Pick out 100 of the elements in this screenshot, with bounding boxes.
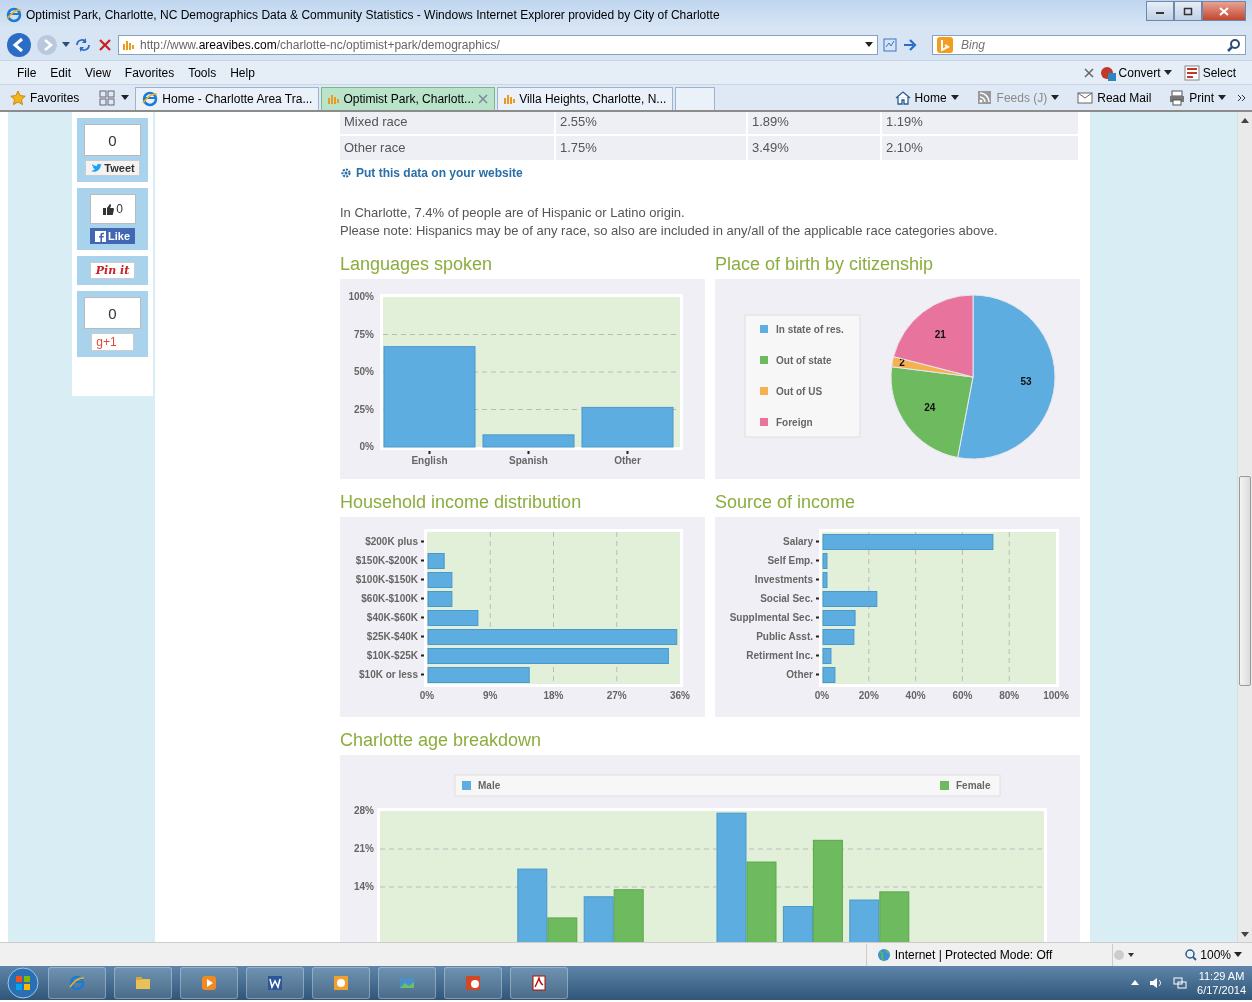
chevron-icon[interactable] <box>1238 93 1246 102</box>
refresh-icon[interactable] <box>74 37 92 53</box>
axis-label: 28% <box>354 805 374 816</box>
favorites-button[interactable]: Favorites <box>6 89 94 106</box>
clock-time[interactable]: 11:29 AM <box>1198 969 1245 983</box>
tick-mark <box>421 673 424 676</box>
taskbar-button[interactable] <box>114 967 172 999</box>
protection-icon[interactable] <box>1113 948 1136 961</box>
menu-item[interactable]: Favorites <box>117 65 182 80</box>
document-icon <box>1183 64 1200 81</box>
scroll-up-icon[interactable] <box>1241 118 1249 124</box>
facebook-f-icon <box>95 230 106 242</box>
menu-item[interactable]: Help <box>223 65 262 80</box>
feed-icon <box>976 89 993 106</box>
axis-label: 0% <box>359 441 374 452</box>
show-hidden-icon[interactable] <box>1131 980 1140 986</box>
menu-item[interactable]: File <box>10 65 44 80</box>
minimize-button[interactable] <box>1146 1 1174 21</box>
note-text: In Charlotte, 7.4% of people are of Hispanic or Latino origin. <box>340 205 686 220</box>
taskbar-button[interactable] <box>312 967 370 999</box>
scroll-down-icon[interactable] <box>1241 932 1249 938</box>
axis-label: 9% <box>483 690 498 701</box>
legend-label: In state of res. <box>776 324 844 335</box>
quick-tabs-icon[interactable] <box>99 89 116 106</box>
like-button[interactable]: Like <box>90 228 135 244</box>
dropdown-icon[interactable] <box>121 94 130 101</box>
menu-item[interactable]: View <box>78 65 118 80</box>
table-cell: 3.49% <box>748 136 880 160</box>
section-heading: Source of income <box>715 492 857 513</box>
speaker-icon[interactable] <box>1149 977 1164 989</box>
read-mail-button[interactable]: Read Mail <box>1071 89 1158 106</box>
menu-item[interactable]: Tools <box>181 65 224 80</box>
site-icon <box>328 93 340 104</box>
site-icon <box>504 93 516 104</box>
gear-icon <box>340 167 352 179</box>
section-heading: Household income distribution <box>340 492 583 513</box>
search-input[interactable]: Bing <box>959 37 1221 53</box>
pin-it-button[interactable]: Pin it <box>89 262 136 279</box>
axis-label: $10K-$25K <box>366 649 418 661</box>
browser-icon <box>6 7 22 23</box>
axis-label: 50% <box>354 366 374 377</box>
back-button[interactable] <box>6 32 32 58</box>
search-engine-icon <box>937 37 953 53</box>
tick-mark <box>421 540 424 543</box>
axis-label: Salary <box>782 535 813 547</box>
browser-tab[interactable]: Optimist Park, Charlott... <box>321 86 496 110</box>
taskbar-button[interactable] <box>246 967 304 999</box>
tick-mark <box>816 597 819 600</box>
plus-one-button[interactable]: g+1 <box>91 333 134 351</box>
compatibility-icon[interactable] <box>882 37 898 53</box>
taskbar-button[interactable] <box>444 967 502 999</box>
close-button[interactable] <box>1202 1 1246 21</box>
scrollbar[interactable] <box>1237 112 1252 942</box>
select-button[interactable]: Select <box>1177 64 1242 81</box>
tick-mark <box>421 578 424 581</box>
go-icon[interactable] <box>902 37 918 53</box>
axis-label: English <box>411 455 448 466</box>
tick-mark <box>421 635 424 638</box>
star-icon <box>10 89 26 106</box>
network-icon[interactable] <box>1173 977 1188 989</box>
legend-label: Out of state <box>776 355 832 366</box>
photo-icon <box>399 975 415 991</box>
tick-mark <box>816 654 819 657</box>
search-field[interactable]: Bing <box>932 35 1246 55</box>
dropdown-icon <box>1218 94 1226 101</box>
table-cell: 1.19% <box>882 112 1078 134</box>
tick-mark <box>816 673 819 676</box>
browser-icon <box>69 975 85 991</box>
stop-icon[interactable] <box>96 37 114 53</box>
tweet-button[interactable]: Tweet <box>85 160 140 176</box>
play-icon <box>201 975 217 991</box>
dropdown-icon <box>1234 951 1242 958</box>
home-button[interactable]: Home <box>888 89 965 106</box>
zoom-button[interactable]: 100% <box>1135 947 1242 962</box>
axis-label: $100K-$150K <box>355 573 418 585</box>
close-icon[interactable] <box>1083 67 1094 78</box>
maximize-button[interactable] <box>1174 1 1202 21</box>
legend-label: Out of US <box>776 386 823 397</box>
convert-button[interactable]: Convert <box>1093 64 1178 81</box>
menu-item[interactable]: Edit <box>43 65 79 80</box>
search-icon[interactable] <box>1227 38 1241 52</box>
axis-label: $25K-$40K <box>366 630 418 642</box>
axis-label: 20% <box>858 690 879 701</box>
document-icon <box>267 975 283 991</box>
browser-tab[interactable]: Villa Heights, Charlotte, N... <box>497 86 674 110</box>
close-tab-icon[interactable] <box>478 93 489 104</box>
scroll-thumb[interactable] <box>1239 476 1251 686</box>
dropdown-icon[interactable] <box>865 42 873 48</box>
address-field[interactable]: http://www.areavibes.com/charlotte-nc/optimist+park/demographics/ <box>118 35 878 55</box>
home-icon <box>894 89 911 106</box>
dropdown-icon[interactable] <box>62 42 70 48</box>
clock-date[interactable]: 6/17/2014 <box>1197 983 1246 997</box>
print-button[interactable]: Print <box>1163 89 1232 106</box>
start-button[interactable] <box>6 967 40 999</box>
share-count: 0 <box>84 297 141 329</box>
browser-tab[interactable]: Home - Charlotte Area Tra... <box>135 86 320 110</box>
tick-mark <box>816 578 819 581</box>
taskbar-button[interactable] <box>510 967 568 999</box>
embed-link[interactable]: Put this data on your website <box>340 166 1080 180</box>
table-cell: Mixed race <box>340 112 554 134</box>
